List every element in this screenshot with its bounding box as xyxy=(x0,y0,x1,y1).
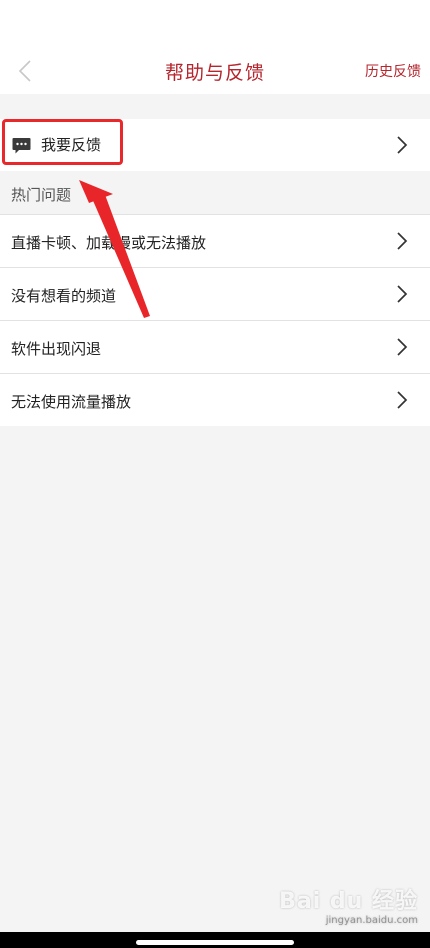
my-feedback-row[interactable]: 我要反馈 xyxy=(0,119,430,171)
baidu-watermark: Bai du 经验 jingyan.baidu.com xyxy=(279,883,418,926)
list-item[interactable]: 无法使用流量播放 xyxy=(0,373,430,426)
list-item-label: 没有想看的频道 xyxy=(11,287,117,305)
list-item[interactable]: 软件出现闪退 xyxy=(0,320,430,373)
chevron-right-icon xyxy=(397,285,408,303)
list-item-label: 无法使用流量播放 xyxy=(11,393,132,411)
chat-bubble-icon xyxy=(12,138,31,154)
navigation-bar: 帮助与反馈 历史反馈 xyxy=(0,0,430,94)
chevron-right-icon xyxy=(397,338,408,356)
list-item-label: 软件出现闪退 xyxy=(11,340,102,358)
chevron-right-icon xyxy=(397,232,408,250)
home-indicator[interactable] xyxy=(136,940,294,945)
list-item[interactable]: 直播卡顿、加载慢或无法播放 xyxy=(0,214,430,267)
hot-questions-list: 直播卡顿、加载慢或无法播放 没有想看的频道 软件出现闪退 无法使用流量播放 xyxy=(0,214,430,426)
help-feedback-screen: 帮助与反馈 历史反馈 我要反馈 热门问题 直播卡顿、加载慢或无法播放 没有想看的… xyxy=(0,0,430,948)
list-item-label: 直播卡顿、加载慢或无法播放 xyxy=(11,234,207,252)
bottom-bar xyxy=(0,932,430,948)
hot-questions-header: 热门问题 xyxy=(11,186,72,204)
history-feedback-link[interactable]: 历史反馈 xyxy=(365,61,421,81)
list-item[interactable]: 没有想看的频道 xyxy=(0,267,430,320)
my-feedback-label: 我要反馈 xyxy=(41,136,102,154)
chevron-right-icon xyxy=(397,136,408,154)
chevron-right-icon xyxy=(397,391,408,409)
watermark-logo: Bai du 经验 xyxy=(279,889,418,914)
watermark-url: jingyan.baidu.com xyxy=(325,915,418,926)
